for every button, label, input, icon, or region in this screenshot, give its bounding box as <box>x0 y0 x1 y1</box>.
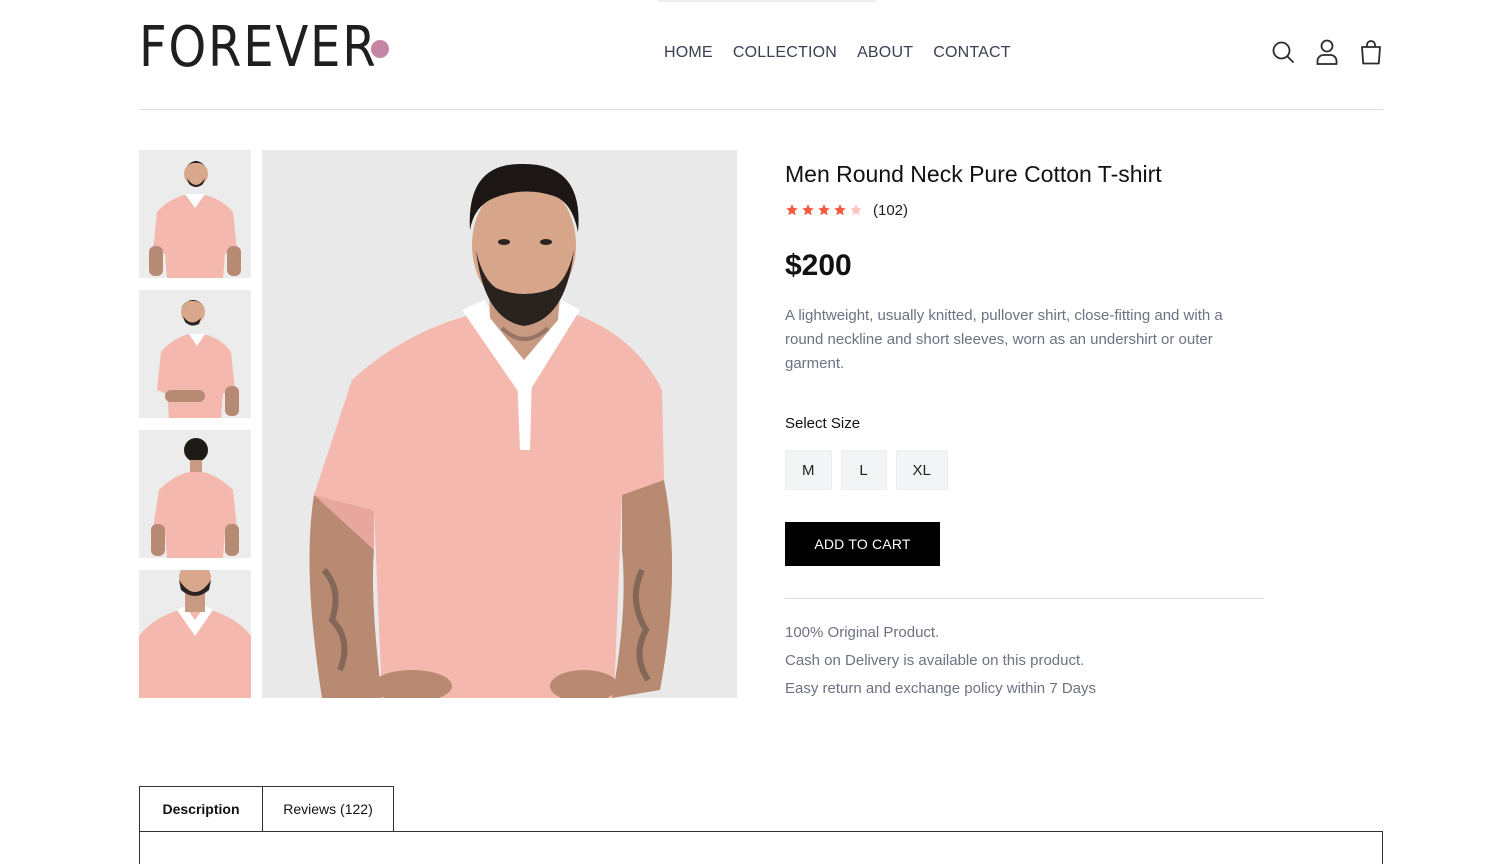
feature-item: Cash on Delivery is available on this pr… <box>785 652 1085 669</box>
product-description: A lightweight, usually knitted, pullover… <box>785 307 1223 372</box>
feature-item: Easy return and exchange policy within 7… <box>785 680 1097 697</box>
nav-collection[interactable]: COLLECTION <box>733 42 837 64</box>
feature-item: 100% Original Product. <box>785 624 940 641</box>
logo-dot <box>371 40 389 58</box>
product-thumbnail-4[interactable] <box>139 570 251 698</box>
tab-content-panel <box>139 831 1383 864</box>
size-button-xl[interactable]: XL <box>895 450 948 490</box>
star-filled-icon <box>818 204 830 216</box>
shopping-bag-icon[interactable] <box>1358 38 1383 66</box>
nav-about[interactable]: ABOUT <box>857 42 913 64</box>
product-rating: (102) <box>785 198 1265 222</box>
user-icon[interactable] <box>1314 38 1339 66</box>
product-features: 100% Original Product. Cash on Delivery … <box>785 619 1265 703</box>
star-filled-icon <box>786 204 798 216</box>
product-thumbnail-2[interactable] <box>139 290 251 418</box>
nav-home[interactable]: HOME <box>664 42 713 64</box>
star-filled-icon <box>802 204 814 216</box>
product-price: $200 <box>785 249 852 282</box>
site-header: FOREVER HOME COLLECTION ABOUT CONTACT <box>139 0 1383 110</box>
rating-count: (102) <box>873 201 909 219</box>
size-button-m[interactable]: M <box>785 450 832 490</box>
size-options: M L XL <box>785 450 1265 490</box>
star-rating <box>785 203 863 217</box>
product-title: Men Round Neck Pure Cotton T-shirt <box>785 161 1162 187</box>
size-button-l[interactable]: L <box>840 450 887 490</box>
size-label: Select Size <box>785 415 861 432</box>
main-nav: HOME COLLECTION ABOUT CONTACT <box>664 42 1011 64</box>
divider <box>785 598 1264 599</box>
product-main-image <box>262 150 737 698</box>
logo-text: FOREVER <box>139 15 378 80</box>
tab-description[interactable]: Description <box>139 786 263 832</box>
header-icons <box>1270 38 1383 66</box>
product-thumbnail-3[interactable] <box>139 430 251 558</box>
star-empty-icon <box>850 204 862 216</box>
thumbnail-list <box>139 150 251 710</box>
add-to-cart-button[interactable]: ADD TO CART <box>785 522 940 566</box>
product-tabs: Description Reviews (122) <box>139 786 394 832</box>
nav-contact[interactable]: CONTACT <box>933 42 1011 64</box>
product-thumbnail-1[interactable] <box>139 150 251 278</box>
search-icon[interactable] <box>1270 38 1295 66</box>
tab-reviews[interactable]: Reviews (122) <box>263 786 394 832</box>
product-info: Men Round Neck Pure Cotton T-shirt (102)… <box>785 150 1265 703</box>
star-filled-icon <box>834 204 846 216</box>
